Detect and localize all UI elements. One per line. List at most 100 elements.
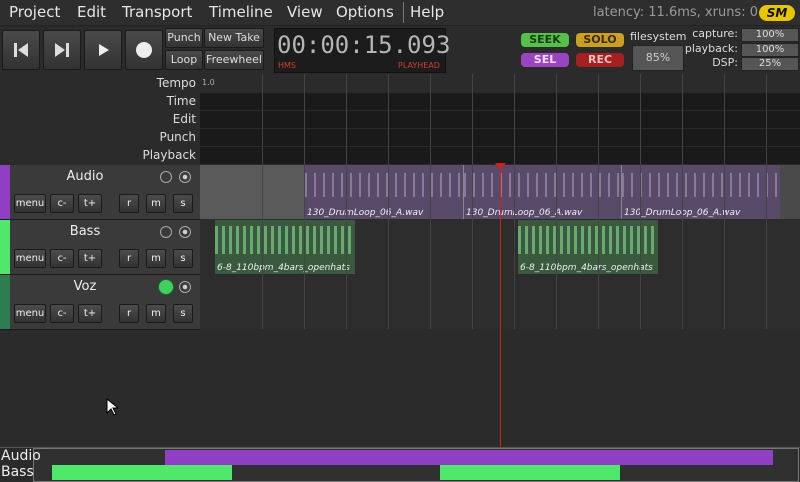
track-grow-button[interactable]: t+ bbox=[78, 249, 102, 268]
ruler-label-playback: Playback bbox=[142, 148, 196, 162]
monitor-disk-icon[interactable] bbox=[179, 281, 191, 293]
menu-edit[interactable]: Edit bbox=[77, 3, 106, 21]
playhead-marker-icon[interactable] bbox=[495, 163, 506, 170]
goto-end-button[interactable] bbox=[43, 30, 81, 70]
grid-line bbox=[472, 74, 473, 329]
menu-project[interactable]: Project bbox=[9, 3, 60, 21]
record-button[interactable] bbox=[125, 30, 163, 70]
dsp-label: DSP: bbox=[712, 56, 738, 69]
menu-timeline[interactable]: Timeline bbox=[209, 3, 273, 21]
clock-role: PLAYHEAD bbox=[398, 61, 440, 70]
waveform bbox=[518, 226, 658, 254]
track-name[interactable]: Audio bbox=[40, 169, 130, 184]
waveform bbox=[215, 226, 355, 254]
grid-line bbox=[598, 74, 599, 329]
ruler-label-tempo: Tempo bbox=[156, 76, 196, 90]
solo-button[interactable]: SOLO bbox=[576, 33, 624, 47]
freewheel-button[interactable]: Freewheel bbox=[204, 50, 264, 70]
filesystem-meter: 85% bbox=[632, 45, 684, 71]
track-shrink-button[interactable]: c- bbox=[50, 304, 74, 323]
region-name: 130_DrumLoop_06_A.wav bbox=[307, 208, 424, 218]
seek-button[interactable]: SEEK bbox=[521, 33, 569, 47]
summary-track-label: Audio bbox=[1, 448, 41, 464]
grid-line bbox=[724, 74, 725, 329]
tempo-marker[interactable]: 1.0 bbox=[202, 78, 215, 87]
record-arm-button[interactable]: r bbox=[119, 249, 139, 268]
loop-button[interactable]: Loop bbox=[165, 50, 203, 70]
track-grow-button[interactable]: t+ bbox=[78, 304, 102, 323]
summary-pane[interactable]: Audio Bass bbox=[0, 447, 800, 482]
waveform bbox=[622, 173, 780, 197]
menu-options[interactable]: Options bbox=[336, 3, 394, 21]
track-header-audio[interactable]: Audio menu c- t+ r m s bbox=[0, 165, 200, 220]
playback-label: playback: bbox=[684, 42, 738, 55]
track-name[interactable]: Bass bbox=[40, 224, 130, 239]
track-color-strip bbox=[0, 275, 10, 329]
track-shrink-button[interactable]: c- bbox=[50, 249, 74, 268]
punch-button[interactable]: Punch bbox=[165, 28, 203, 48]
monitor-disk-icon[interactable] bbox=[179, 171, 191, 183]
monitor-disk-icon[interactable] bbox=[179, 226, 191, 238]
playback-ruler[interactable] bbox=[200, 147, 800, 164]
grid-line bbox=[430, 74, 431, 329]
play-icon bbox=[99, 44, 109, 56]
menu-help[interactable]: Help bbox=[410, 3, 444, 21]
grid-line bbox=[262, 74, 263, 329]
region-name: 6-8_110bpm_4bars_openhats bbox=[217, 263, 350, 273]
audio-region[interactable]: 6-8_110bpm_4bars_openhats bbox=[215, 220, 355, 274]
monitor-input-icon[interactable] bbox=[160, 226, 172, 238]
grid-line bbox=[346, 74, 347, 329]
track-name[interactable]: Voz bbox=[40, 279, 130, 294]
audio-region[interactable]: 130_DrumLoop_06_A.wav bbox=[621, 165, 780, 219]
record-arm-button[interactable]: r bbox=[119, 194, 139, 213]
grid-line bbox=[304, 74, 305, 329]
track-menu-button[interactable]: menu bbox=[14, 194, 46, 213]
region-name: 6-8_110bpm_4bars_openhats bbox=[520, 263, 653, 273]
mute-button[interactable]: m bbox=[146, 304, 166, 323]
summary-region-audio bbox=[165, 450, 773, 465]
menu-transport[interactable]: Transport bbox=[122, 3, 192, 21]
skip-forward-icon bbox=[55, 43, 69, 57]
track-menu-button[interactable]: menu bbox=[14, 249, 46, 268]
track-shrink-button[interactable]: c- bbox=[50, 194, 74, 213]
clock-time: 00:00:15.093 bbox=[277, 31, 451, 59]
play-button[interactable] bbox=[84, 30, 122, 70]
menu-view[interactable]: View bbox=[287, 3, 323, 21]
monitor-input-icon[interactable] bbox=[160, 171, 172, 183]
track-header-bass[interactable]: Bass menu c- t+ r m s bbox=[0, 220, 200, 275]
waveform bbox=[305, 173, 465, 197]
time-ruler[interactable] bbox=[200, 93, 800, 110]
solo-track-button[interactable]: s bbox=[173, 194, 193, 213]
playhead[interactable] bbox=[500, 165, 501, 447]
grid-line bbox=[556, 74, 557, 329]
audio-region[interactable]: 130_DrumLoop_06_A.wav bbox=[304, 165, 465, 219]
record-icon bbox=[136, 42, 152, 58]
monitor-input-icon[interactable] bbox=[158, 279, 174, 295]
punch-ruler[interactable] bbox=[200, 129, 800, 146]
grid-line bbox=[640, 74, 641, 329]
mute-button[interactable]: m bbox=[146, 194, 166, 213]
solo-track-button[interactable]: s bbox=[173, 249, 193, 268]
sel-button[interactable]: SEL bbox=[521, 53, 569, 67]
mute-button[interactable]: m bbox=[146, 249, 166, 268]
summary-region-bass bbox=[52, 465, 232, 480]
skip-back-icon bbox=[14, 43, 28, 57]
summary-region-bass bbox=[440, 465, 620, 480]
track-grow-button[interactable]: t+ bbox=[78, 194, 102, 213]
track-color-strip bbox=[0, 165, 10, 219]
track-menu-button[interactable]: menu bbox=[14, 304, 46, 323]
goto-start-button[interactable] bbox=[2, 30, 40, 70]
record-arm-button[interactable]: r bbox=[119, 304, 139, 323]
menubar: Project Edit Transport Timeline View Opt… bbox=[0, 0, 800, 26]
ruler-label-punch: Punch bbox=[159, 130, 196, 144]
track-header-voz[interactable]: Voz menu c- t+ r m s bbox=[0, 275, 200, 330]
solo-track-button[interactable]: s bbox=[173, 304, 193, 323]
edit-ruler[interactable] bbox=[200, 111, 800, 128]
new-take-button[interactable]: New Take bbox=[204, 28, 264, 48]
grid-line bbox=[766, 74, 767, 329]
audio-region[interactable]: 6-8_110bpm_4bars_openhats bbox=[518, 220, 658, 274]
ruler-label-edit: Edit bbox=[172, 112, 196, 126]
sm-badge[interactable]: SM bbox=[759, 5, 795, 21]
grid-line bbox=[514, 74, 515, 329]
rec-button[interactable]: REC bbox=[576, 53, 624, 67]
